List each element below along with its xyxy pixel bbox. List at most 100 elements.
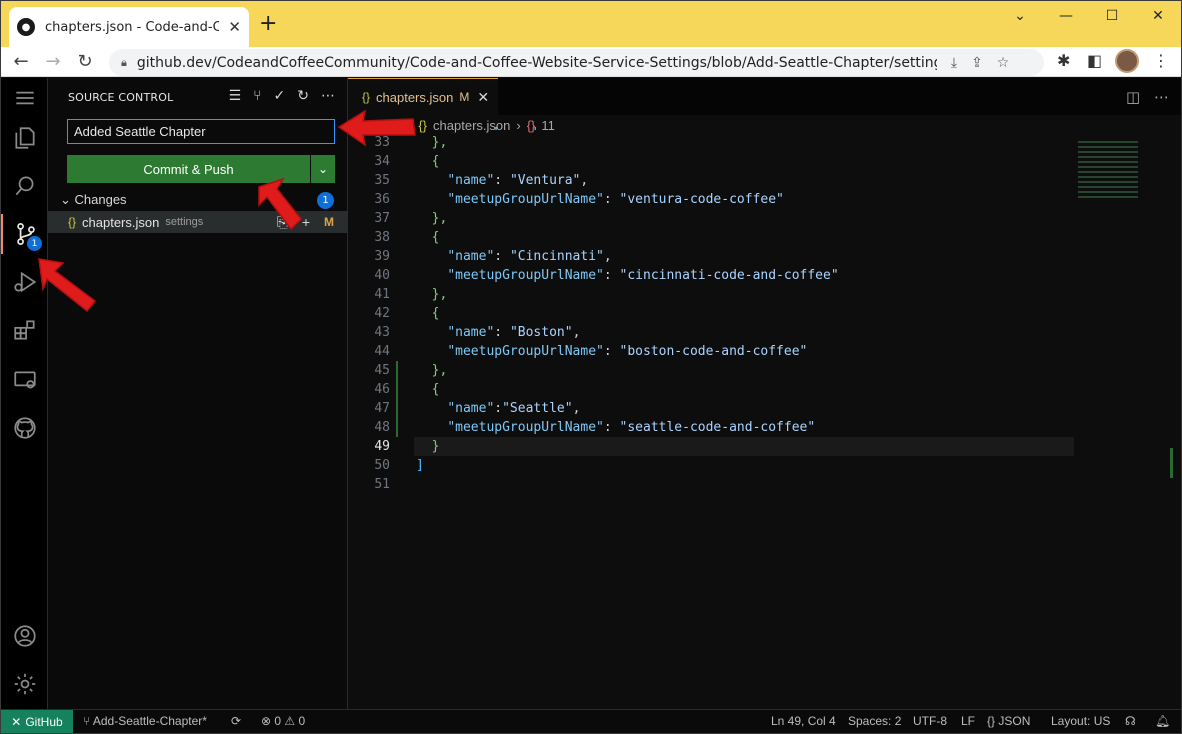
- editor-area: {} chapters.json M ✕ ◫ ⋯ › {} chapters.j…: [348, 78, 1181, 709]
- github-favicon-icon: ●: [17, 18, 35, 36]
- code-line[interactable]: 36 "meetupGroupUrlName": "ventura-code-c…: [348, 190, 1181, 209]
- profile-avatar[interactable]: [1115, 49, 1139, 73]
- more-actions-icon[interactable]: ⋯: [321, 88, 335, 104]
- commit-and-push-button[interactable]: Commit & Push: [67, 155, 310, 183]
- chevron-down-icon[interactable]: ⌄: [997, 1, 1043, 31]
- menu-icon[interactable]: [1, 78, 48, 118]
- code-line[interactable]: 50]: [348, 456, 1181, 475]
- code-line[interactable]: 40 "meetupGroupUrlName": "cincinnati-cod…: [348, 266, 1181, 285]
- line-text: ]: [416, 458, 424, 473]
- close-tab-icon[interactable]: ✕: [228, 18, 241, 36]
- line-number: 45: [374, 363, 390, 378]
- code-line[interactable]: 42 {: [348, 304, 1181, 323]
- code-line[interactable]: 49 }: [348, 437, 1181, 456]
- more-actions-icon[interactable]: ⋯: [1154, 88, 1169, 106]
- reload-button[interactable]: ↻: [73, 51, 97, 72]
- browser-window: ● chapters.json - Code-and-Coffee ✕ + ⌄ …: [0, 0, 1182, 734]
- line-text: "name": "Ventura",: [447, 173, 589, 188]
- code-line[interactable]: 37 },: [348, 209, 1181, 228]
- sync-icon[interactable]: ⟳: [231, 714, 241, 728]
- current-line-highlight: [414, 437, 1074, 456]
- code-line[interactable]: 35 "name": "Ventura",: [348, 171, 1181, 190]
- refresh-icon[interactable]: ↻: [297, 88, 309, 104]
- code-line[interactable]: 33 },: [348, 133, 1181, 152]
- maximize-button[interactable]: ☐: [1089, 1, 1135, 31]
- back-button[interactable]: ←: [9, 51, 33, 72]
- install-app-icon[interactable]: ⤓: [951, 55, 957, 71]
- run-debug-icon[interactable]: [1, 262, 48, 302]
- extensions-icon[interactable]: ✱: [1057, 51, 1070, 70]
- split-editor-icon[interactable]: ◫: [1126, 88, 1140, 106]
- source-control-icon[interactable]: 1: [1, 214, 48, 254]
- stage-changes-icon[interactable]: +: [302, 214, 310, 230]
- line-number: 40: [374, 268, 390, 283]
- code-line[interactable]: 46 {: [348, 380, 1181, 399]
- code-line[interactable]: 34 {: [348, 152, 1181, 171]
- open-file-icon[interactable]: ⎘: [277, 214, 288, 231]
- new-tab-button[interactable]: +: [259, 13, 277, 35]
- close-window-button[interactable]: ✕: [1135, 1, 1181, 31]
- keyboard-layout[interactable]: Layout: US: [1051, 714, 1110, 728]
- line-number: 33: [374, 135, 390, 150]
- problems-indicator[interactable]: ⊗ 0 ⚠ 0: [261, 714, 305, 728]
- browser-titlebar: ● chapters.json - Code-and-Coffee ✕ + ⌄ …: [1, 1, 1181, 47]
- code-line[interactable]: 45 },: [348, 361, 1181, 380]
- notifications-bell-icon[interactable]: 🔔︎: [1155, 714, 1170, 728]
- code-view[interactable]: 32 "meetupGroupUrlName": "code-and-coffe…: [348, 127, 1181, 627]
- code-line[interactable]: 44 "meetupGroupUrlName": "boston-code-an…: [348, 342, 1181, 361]
- changes-group[interactable]: ⌄ Changes: [60, 192, 127, 208]
- end-of-line[interactable]: LF: [961, 714, 975, 728]
- editor-tabs: {} chapters.json M ✕ ◫ ⋯: [348, 78, 1181, 115]
- bookmark-star-icon[interactable]: ☆: [997, 55, 1010, 71]
- forward-button[interactable]: →: [41, 51, 65, 72]
- remote-explorer-icon[interactable]: [1, 360, 48, 400]
- browser-menu-icon[interactable]: ⋮: [1153, 51, 1169, 70]
- accounts-icon[interactable]: [1, 616, 48, 656]
- source-control-badge: 1: [27, 236, 42, 251]
- editor-tab-chapters-json[interactable]: {} chapters.json M ✕: [348, 78, 498, 115]
- commit-options-dropdown[interactable]: ⌄: [311, 155, 335, 183]
- browser-tab[interactable]: ● chapters.json - Code-and-Coffee ✕: [9, 7, 249, 47]
- side-panel-icon[interactable]: ◧: [1087, 51, 1102, 70]
- line-text: }: [416, 439, 440, 454]
- tab-file-name: chapters.json: [376, 89, 454, 105]
- remote-indicator[interactable]: ✕ GitHub: [1, 710, 73, 733]
- url-field[interactable]: 🔒︎ github.dev/CodeandCoffeeCommunity/Cod…: [109, 49, 1044, 76]
- code-line[interactable]: 47 "name":"Seattle",: [348, 399, 1181, 418]
- commit-check-icon[interactable]: ✓: [274, 88, 286, 104]
- code-line[interactable]: 51: [348, 475, 1181, 494]
- code-line[interactable]: 41 },: [348, 285, 1181, 304]
- code-line[interactable]: 38 {: [348, 228, 1181, 247]
- minimize-button[interactable]: —: [1043, 1, 1089, 31]
- language-mode[interactable]: {} JSON: [987, 714, 1030, 728]
- language-label: JSON: [998, 714, 1031, 728]
- share-icon[interactable]: ⇪: [971, 55, 983, 71]
- code-line[interactable]: 43 "name": "Boston",: [348, 323, 1181, 342]
- create-pull-request-icon[interactable]: ⑂: [253, 88, 261, 104]
- indentation[interactable]: Spaces: 2: [848, 714, 901, 728]
- line-text: },: [416, 287, 448, 302]
- changes-count-badge: 1: [317, 192, 334, 209]
- line-number: 50: [374, 458, 390, 473]
- commit-message-input[interactable]: [67, 119, 335, 144]
- close-tab-icon[interactable]: ✕: [477, 89, 489, 106]
- code-line[interactable]: 39 "name": "Cincinnati",: [348, 247, 1181, 266]
- view-as-list-icon[interactable]: ☰: [229, 88, 242, 104]
- cursor-position[interactable]: Ln 49, Col 4: [771, 714, 836, 728]
- minimap[interactable]: [1078, 138, 1138, 238]
- tab-title: chapters.json - Code-and-Coffee: [45, 19, 219, 35]
- changed-file-row[interactable]: {} chapters.json settings ⎘ + M: [48, 211, 348, 233]
- file-name: chapters.json: [82, 214, 160, 230]
- branch-name: Add-Seattle-Chapter*: [92, 714, 207, 728]
- added-line-marker: [396, 399, 398, 418]
- explorer-icon[interactable]: [1, 118, 48, 158]
- search-icon[interactable]: [1, 166, 48, 206]
- branch-indicator[interactable]: ⑂ Add-Seattle-Chapter*: [83, 714, 207, 728]
- settings-gear-icon[interactable]: [1, 664, 48, 704]
- code-line[interactable]: 48 "meetupGroupUrlName": "seattle-code-a…: [348, 418, 1181, 437]
- encoding[interactable]: UTF-8: [913, 714, 947, 728]
- github-icon[interactable]: [1, 408, 48, 448]
- extensions-icon[interactable]: [1, 310, 48, 350]
- branch-icon: ⑂: [83, 714, 93, 728]
- feedback-icon[interactable]: ☊: [1125, 714, 1136, 728]
